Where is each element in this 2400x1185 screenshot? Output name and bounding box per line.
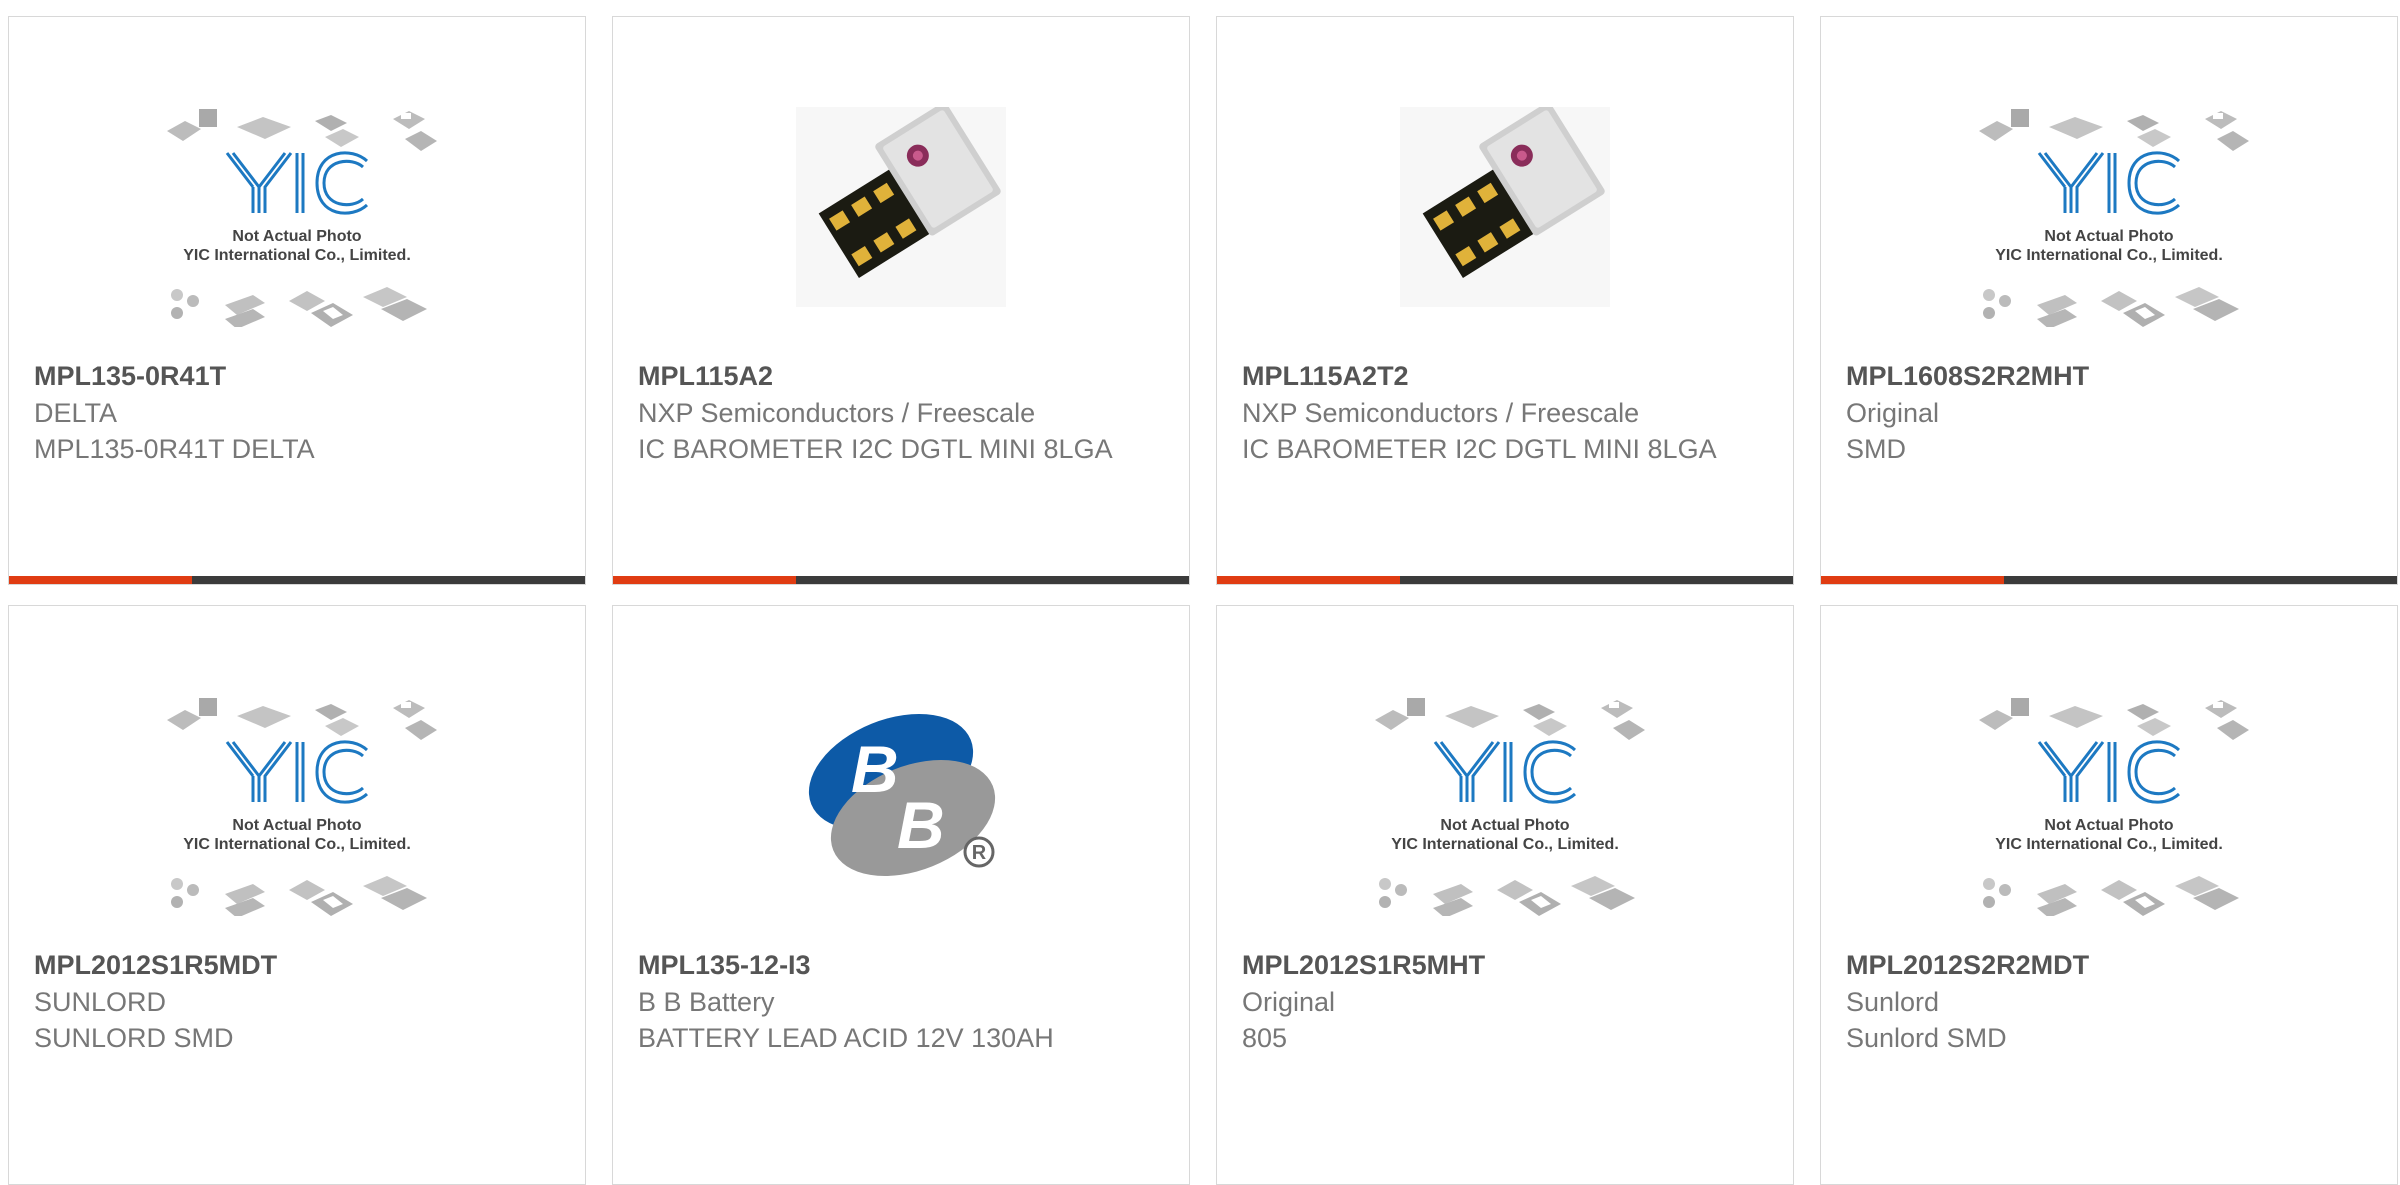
product-card[interactable]: MPL135-0R41T DELTA MPL135-0R41T DELTA (8, 16, 586, 585)
product-description: Sunlord SMD (1846, 1023, 2007, 1053)
product-image[interactable] (1821, 57, 2397, 357)
card-accent-bar (1821, 576, 2397, 584)
product-description: BATTERY LEAD ACID 12V 130AH (638, 1023, 1054, 1053)
product-image[interactable] (9, 57, 585, 357)
product-part-number[interactable]: MPL115A2 (638, 357, 1169, 395)
product-image[interactable] (1821, 646, 2397, 946)
card-accent-bar (613, 576, 1189, 584)
product-image[interactable] (613, 57, 1189, 357)
product-manufacturer: DELTA (34, 398, 118, 428)
product-manufacturer: SUNLORD (34, 987, 167, 1017)
product-description: IC BAROMETER I2C DGTL MINI 8LGA (1242, 434, 1717, 464)
product-part-number[interactable]: MPL115A2T2 (1242, 357, 1773, 395)
product-part-number[interactable]: MPL135-0R41T (34, 357, 565, 395)
product-manufacturer: B B Battery (638, 987, 775, 1017)
product-image[interactable] (1217, 57, 1793, 357)
product-description: SUNLORD SMD (34, 1023, 234, 1053)
product-manufacturer: NXP Semiconductors / Freescale (638, 398, 1036, 428)
product-part-number[interactable]: MPL2012S1R5MDT (34, 946, 565, 984)
product-manufacturer: NXP Semiconductors / Freescale (1242, 398, 1640, 428)
product-card[interactable]: MPL135-12-I3 B B Battery BATTERY LEAD AC… (612, 605, 1190, 1185)
product-image[interactable] (1217, 646, 1793, 946)
product-part-number[interactable]: MPL1608S2R2MHT (1846, 357, 2377, 395)
product-description: 805 (1242, 1023, 1288, 1053)
product-card[interactable]: MPL115A2 NXP Semiconductors / Freescale … (612, 16, 1190, 585)
yic-placeholder-icon (1959, 676, 2259, 916)
yic-placeholder-icon (1355, 676, 1655, 916)
yic-placeholder-icon (1959, 87, 2259, 327)
product-image[interactable] (613, 646, 1189, 946)
product-manufacturer: Original (1242, 987, 1336, 1017)
product-card[interactable]: MPL2012S2R2MDT Sunlord Sunlord SMD (1820, 605, 2398, 1185)
product-description: MPL135-0R41T DELTA (34, 434, 315, 464)
bb-battery-logo-icon (791, 696, 1011, 896)
sensor-chip-icon (1400, 107, 1610, 307)
yic-placeholder-icon (147, 676, 447, 916)
product-card[interactable]: MPL1608S2R2MHT Original SMD (1820, 16, 2398, 585)
card-accent-bar (9, 576, 585, 584)
sensor-chip-icon (796, 107, 1006, 307)
product-description: IC BAROMETER I2C DGTL MINI 8LGA (638, 434, 1113, 464)
product-card[interactable]: MPL2012S1R5MDT SUNLORD SUNLORD SMD (8, 605, 586, 1185)
product-manufacturer: Original (1846, 398, 1940, 428)
product-part-number[interactable]: MPL2012S1R5MHT (1242, 946, 1773, 984)
product-image[interactable] (9, 646, 585, 946)
yic-placeholder-icon (147, 87, 447, 327)
product-part-number[interactable]: MPL135-12-I3 (638, 946, 1169, 984)
product-description: SMD (1846, 434, 1906, 464)
product-card[interactable]: MPL2012S1R5MHT Original 805 (1216, 605, 1794, 1185)
product-card[interactable]: MPL115A2T2 NXP Semiconductors / Freescal… (1216, 16, 1794, 585)
product-manufacturer: Sunlord (1846, 987, 1940, 1017)
card-accent-bar (1217, 576, 1793, 584)
product-part-number[interactable]: MPL2012S2R2MDT (1846, 946, 2377, 984)
